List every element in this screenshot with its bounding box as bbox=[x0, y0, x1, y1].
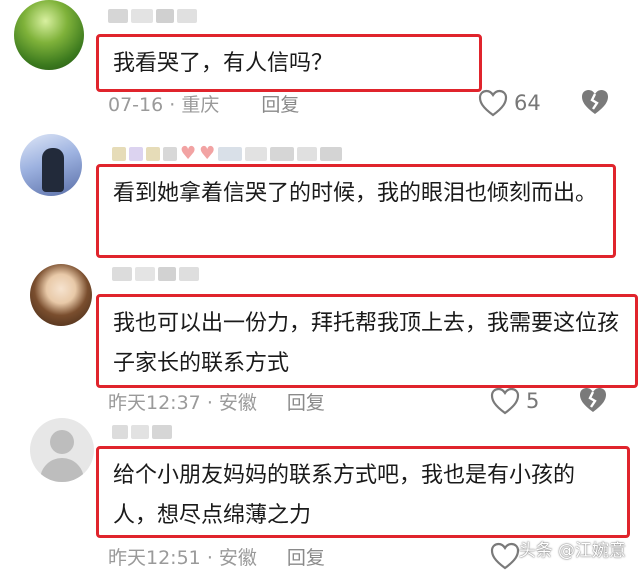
comment-text: 我也可以出一份力，拜托帮我顶上去，我需要这位孩子家长的联系方式 bbox=[113, 311, 620, 376]
comment-meta: 昨天12:37 · 安徽 回复 bbox=[108, 384, 325, 418]
comment-text-box: 给个小朋友妈妈的联系方式吧，我也是有小孩的人，想尽点绵薄之力 bbox=[96, 446, 630, 538]
user-avatar[interactable] bbox=[20, 134, 82, 196]
heart-icon bbox=[490, 542, 520, 570]
like-button[interactable]: 64 bbox=[478, 86, 541, 120]
reply-button[interactable]: 回复 bbox=[287, 388, 325, 415]
dislike-button[interactable] bbox=[580, 88, 610, 118]
user-avatar[interactable] bbox=[14, 0, 84, 70]
comment-date: 昨天12:37 bbox=[108, 391, 201, 414]
username-pixelated[interactable] bbox=[112, 262, 199, 286]
comment-text-box: 我也可以出一份力，拜托帮我顶上去，我需要这位孩子家长的联系方式 bbox=[96, 294, 638, 388]
comment-date: 07-16 bbox=[108, 93, 164, 116]
heart-icon bbox=[490, 387, 520, 415]
comment-meta: 昨天12:51 · 安徽 回复 bbox=[108, 539, 325, 573]
broken-heart-icon bbox=[580, 388, 606, 412]
heart-emoji-icon: ♥ bbox=[180, 143, 197, 164]
watermark: 头条 @江婉意 bbox=[518, 541, 626, 561]
comment-text: 我看哭了，有人信吗？ bbox=[113, 51, 334, 76]
broken-heart-icon bbox=[582, 90, 608, 114]
comment-location: 重庆 bbox=[181, 93, 220, 116]
reply-button[interactable]: 回复 bbox=[261, 90, 299, 117]
default-avatar-icon[interactable] bbox=[30, 418, 94, 482]
username-pixelated[interactable] bbox=[108, 4, 197, 28]
comment-location: 安徽 bbox=[218, 391, 257, 414]
comment-text: 给个小朋友妈妈的联系方式吧，我也是有小孩的人，想尽点绵薄之力 bbox=[113, 463, 576, 528]
comment-text-box: 我看哭了，有人信吗？ bbox=[96, 34, 482, 92]
like-button[interactable]: 5 bbox=[490, 384, 539, 418]
comment-location: 安徽 bbox=[218, 546, 257, 569]
like-button[interactable] bbox=[490, 539, 520, 573]
comment-date: 昨天12:51 bbox=[108, 546, 201, 569]
comment-text-box: 看到她拿着信哭了的时候，我的眼泪也倾刻而出。 bbox=[96, 164, 616, 258]
username-pixelated[interactable]: ♥ ♥ bbox=[112, 142, 343, 166]
heart-icon bbox=[478, 89, 508, 117]
dislike-button[interactable] bbox=[578, 386, 608, 416]
heart-emoji-icon: ♥ bbox=[199, 143, 216, 164]
like-count: 64 bbox=[514, 91, 541, 115]
comment-text: 看到她拿着信哭了的时候，我的眼泪也倾刻而出。 bbox=[113, 181, 598, 206]
username-pixelated[interactable] bbox=[112, 420, 172, 444]
comment-meta: 07-16 · 重庆 回复 bbox=[108, 86, 299, 120]
user-avatar[interactable] bbox=[30, 264, 92, 326]
reply-button[interactable]: 回复 bbox=[287, 543, 325, 570]
like-count: 5 bbox=[526, 389, 540, 413]
